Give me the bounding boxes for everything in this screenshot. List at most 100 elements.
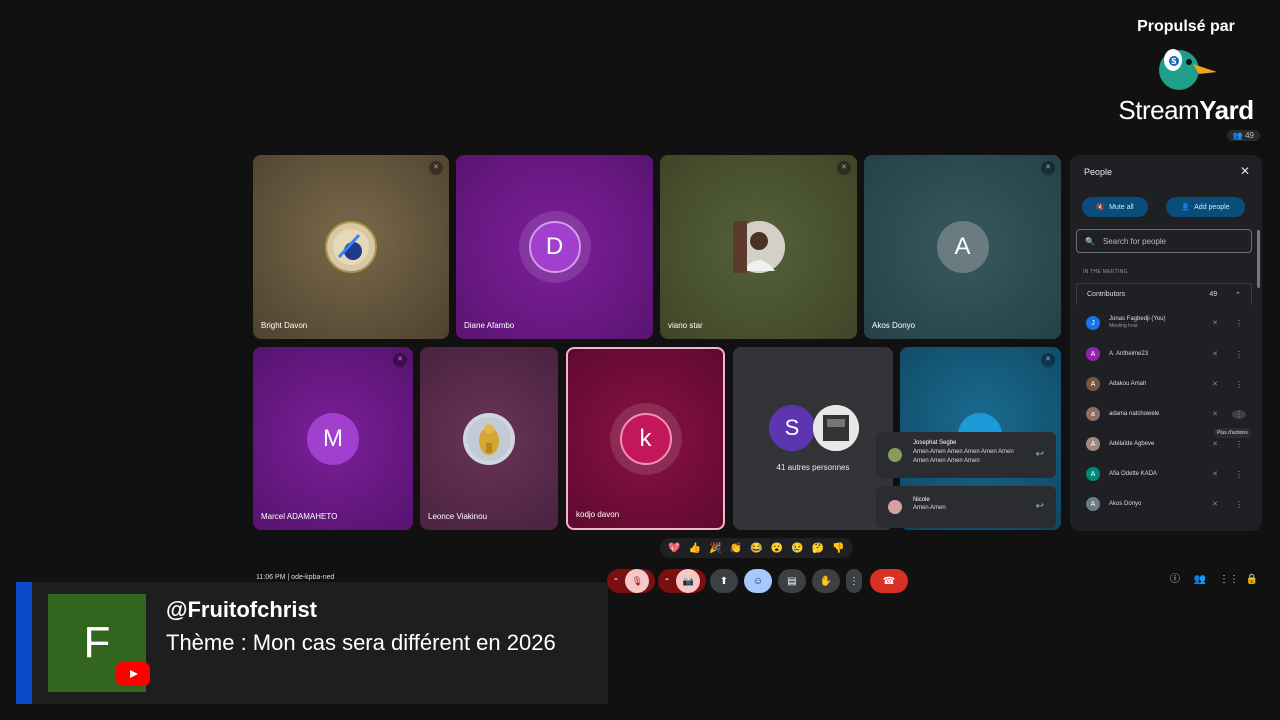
chat-sender-avatar (888, 500, 902, 514)
participant-tile-leonce-viakinou[interactable]: Leonce Viakinou (420, 347, 558, 530)
mic-off-icon[interactable]: ✕ (1208, 319, 1222, 327)
reaction-emoji-button[interactable]: 🎉 (709, 543, 721, 554)
reply-icon[interactable]: ↩ (1036, 501, 1044, 512)
participant-info: adama natchowele (1109, 411, 1204, 418)
participant-role: Meeting host (1109, 323, 1138, 329)
reactions-button[interactable]: ☺ (744, 569, 772, 593)
end-call-button[interactable]: ☎ (870, 569, 908, 593)
others-tile[interactable]: S 41 autres personnes (733, 347, 893, 530)
participant-tile-kodjo-davon[interactable]: k kodjo davon (566, 347, 725, 530)
mic-muted-icon: ✕ (1041, 353, 1055, 367)
reaction-emoji-button[interactable]: 👏 (730, 543, 742, 554)
participant-list-item[interactable]: a adama natchowele ✕ ⋮ (1086, 405, 1246, 423)
participant-name: viano star (668, 321, 703, 330)
mute-all-button[interactable]: 🔇 Mute all (1082, 197, 1148, 217)
participant-tile-bright-davon[interactable]: ✕ Bright Davon (253, 155, 449, 339)
chat-notification[interactable]: Nicole Amen Amen ↩ (876, 486, 1056, 528)
participant-list-item[interactable]: J Jonas Fagbedji (You) Meeting host ✕ ⋮ (1086, 314, 1246, 332)
svg-text:S: S (1171, 57, 1177, 66)
more-vert-icon[interactable]: ⋮ (1232, 440, 1246, 449)
participant-avatar: S (769, 405, 815, 451)
participant-tile-akos-donyo[interactable]: ✕ A Akos Donyo (864, 155, 1061, 339)
section-label: IN THE MEETING (1083, 269, 1128, 275)
participant-avatar: A (1086, 467, 1100, 481)
participant-list-item[interactable]: A Afia Odette KADA ✕ ⋮ (1086, 465, 1246, 483)
chat-sender-avatar (888, 448, 902, 462)
add-person-icon: 👤 (1181, 204, 1191, 211)
meeting-info: 11:06 PM | ode-kpba-ned (256, 574, 335, 581)
panel-scrollbar[interactable] (1257, 230, 1260, 288)
participant-avatar: A (1086, 377, 1100, 391)
reply-icon[interactable]: ↩ (1036, 449, 1044, 460)
close-icon[interactable]: ✕ (1240, 164, 1250, 178)
more-vert-icon[interactable]: ⋮ (1232, 380, 1246, 389)
host-controls-icon[interactable]: 🔒 (1245, 573, 1259, 587)
youtube-icon (116, 662, 150, 686)
participant-list-item[interactable]: A Akos Donyo ✕ ⋮ (1086, 495, 1246, 513)
add-people-label: Add people (1194, 203, 1230, 211)
mic-off-icon[interactable]: ✕ (1208, 350, 1222, 358)
present-icon: ⬆ (719, 575, 729, 587)
reaction-emoji-button[interactable]: 💖 (668, 543, 680, 554)
participant-name: A. Antheime23 (1109, 350, 1149, 357)
reaction-emoji-button[interactable]: 😂 (750, 543, 762, 554)
present-screen-button[interactable]: ⬆ (710, 569, 738, 593)
participant-list-item[interactable]: A Adakou Amah ✕ ⋮ (1086, 375, 1246, 393)
participant-list-item[interactable]: A A. Antheime23 ✕ ⋮ (1086, 345, 1246, 363)
apps-grid-icon[interactable]: ⋮⋮ (1219, 573, 1239, 587)
mic-off-icon[interactable]: ✕ (1208, 440, 1222, 448)
participant-info: A. Antheime23 (1109, 351, 1204, 358)
participant-tile-viano-star[interactable]: ✕ viano star (660, 155, 857, 339)
chevron-up-icon: ⌃ (612, 576, 620, 586)
participant-name: adama natchowele (1109, 410, 1160, 417)
lower-third-accent (16, 582, 32, 704)
participant-name: Diane Afambo (464, 321, 515, 330)
mic-control-group[interactable]: ⌃ 🎙 (607, 569, 655, 593)
search-people-input[interactable]: 🔍 Search for people (1076, 229, 1252, 253)
mic-off-icon[interactable]: ✕ (1208, 410, 1222, 418)
more-actions-tooltip: Plus d'actions (1214, 428, 1251, 438)
people-icon[interactable]: 👥 (1193, 573, 1207, 587)
reaction-emoji-button[interactable]: 🤔 (812, 543, 824, 554)
participant-info: Adakou Amah (1109, 381, 1204, 388)
captions-button[interactable]: ▤ (778, 569, 806, 593)
participant-count-badge: 👥 49 (1226, 130, 1260, 141)
participant-avatar: k (619, 412, 672, 465)
participant-avatar-photo (813, 405, 859, 451)
participant-tile-marcel-adamaheto[interactable]: ✕ M Marcel ADAMAHETO (253, 347, 413, 530)
chat-message-text: Amen Amen (913, 505, 946, 511)
reaction-emoji-button[interactable]: 👍 (689, 543, 701, 554)
more-vert-icon[interactable]: ⋮ (1232, 319, 1246, 328)
more-vert-icon[interactable]: ⋮ (1232, 470, 1246, 479)
reaction-emoji-button[interactable]: 😮 (771, 543, 783, 554)
mic-off-icon[interactable]: 🎙 (625, 569, 650, 593)
more-vert-icon[interactable]: ⋮ (1232, 409, 1246, 419)
mic-off-icon[interactable]: ✕ (1208, 470, 1222, 478)
more-vert-icon[interactable]: ⋮ (1232, 500, 1246, 509)
mic-off-icon[interactable]: ✕ (1208, 500, 1222, 508)
mic-muted-icon: ✕ (429, 161, 443, 175)
mic-off-icon: 🔇 (1096, 204, 1106, 211)
add-people-button[interactable]: 👤 Add people (1166, 197, 1245, 217)
raise-hand-button[interactable]: ✋ (812, 569, 840, 593)
participant-tile-diane-afambo[interactable]: D Diane Afambo (456, 155, 653, 339)
contributors-group-header[interactable]: Contributors 49 ⌃ (1076, 283, 1252, 305)
participant-avatar-image (325, 221, 377, 273)
chevron-up-icon: ⌃ (663, 576, 671, 586)
reaction-emoji-button[interactable]: 👎 (832, 543, 844, 554)
participant-avatar: A (1086, 437, 1100, 451)
info-icon[interactable]: ⓘ (1168, 573, 1182, 587)
participant-name: Leonce Viakinou (428, 512, 488, 521)
reaction-emoji-button[interactable]: 😢 (791, 543, 803, 554)
camera-off-icon[interactable]: 📷 (676, 569, 701, 593)
chat-notification[interactable]: Josephat Segbe Amen Amen Amen Amen Amen … (876, 432, 1056, 478)
participant-avatar-image (463, 412, 515, 465)
streamyard-wordmark: StreamYard (1118, 95, 1254, 125)
camera-control-group[interactable]: ⌃ 📷 (658, 569, 706, 593)
mic-off-icon[interactable]: ✕ (1208, 380, 1222, 388)
more-options-button[interactable]: ⋮ (846, 569, 862, 593)
more-vert-icon[interactable]: ⋮ (1232, 350, 1246, 359)
participant-name: Jonas Fagbedji (You) (1109, 316, 1166, 322)
channel-handle: @Fruitofchrist (166, 597, 318, 622)
participant-name: Akos Donyo (1109, 500, 1142, 507)
